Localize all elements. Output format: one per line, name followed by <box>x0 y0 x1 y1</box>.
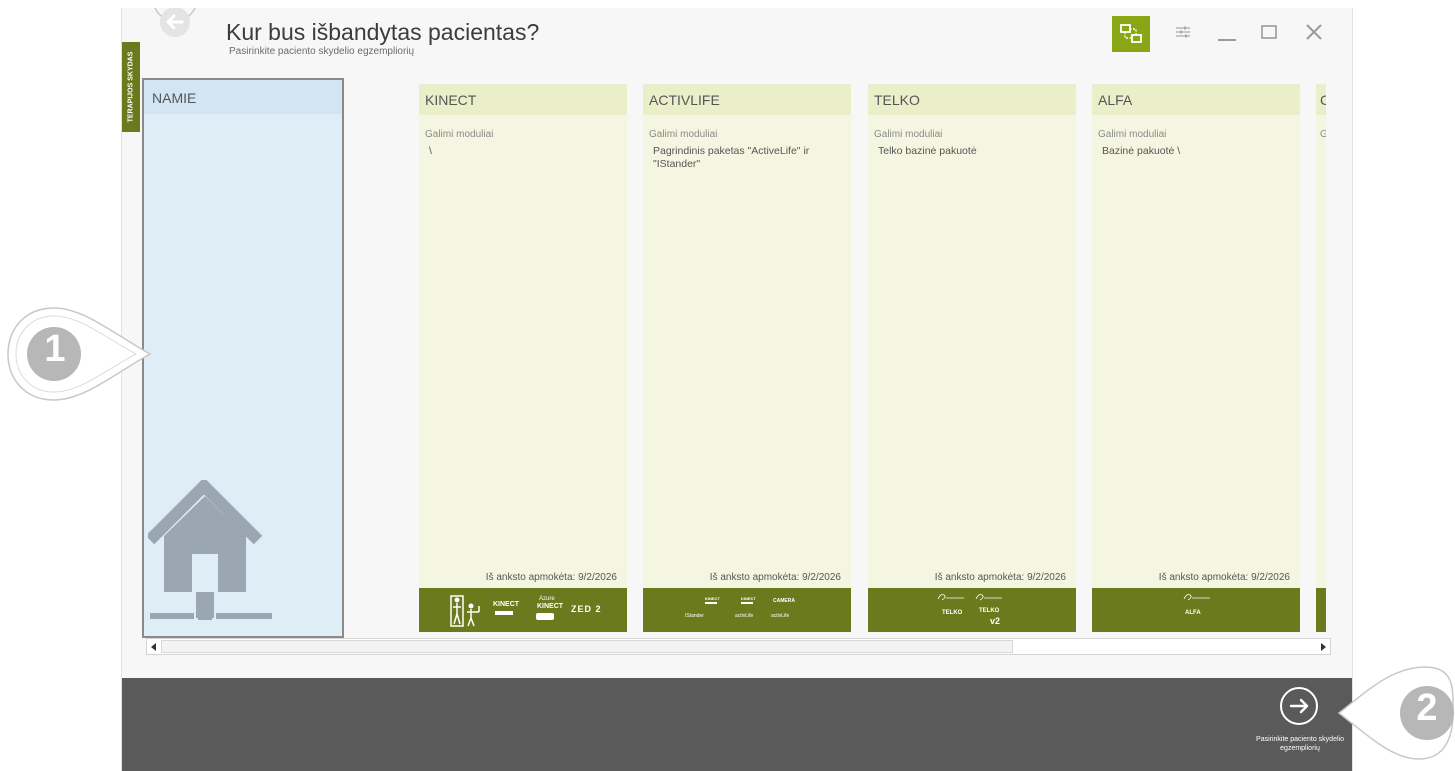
settings-sliders-button[interactable] <box>1168 17 1198 47</box>
location-card-kinect[interactable]: KINECT Galimi moduliai \ Iš anksto apmok… <box>419 84 627 632</box>
kinect-logo-2: KINECT <box>741 596 756 601</box>
kinect-logo: KINECT <box>493 601 520 608</box>
card-header: ACTIVLIFE <box>643 84 851 115</box>
network-icon <box>1120 24 1142 43</box>
kinect-device-icon <box>705 602 717 604</box>
next-button[interactable] <box>1280 687 1318 725</box>
prepaid-date: Iš anksto apmokėta: 9/2/2026 <box>934 572 1066 583</box>
maximize-button[interactable] <box>1254 17 1284 47</box>
card-title: C <box>1320 92 1326 108</box>
kinect-logo: KINECT <box>705 596 720 601</box>
card-footer-logos: KINECT Azure KINECT ZED 2 <box>419 588 627 632</box>
arrow-right-icon <box>1289 698 1309 714</box>
zed2-logo: ZED 2 <box>571 604 602 614</box>
minimize-button[interactable] <box>1212 17 1242 47</box>
close-icon <box>1306 24 1322 40</box>
modules-label: Galimi moduliai <box>874 129 943 140</box>
callout-number: 1 <box>44 328 66 370</box>
azure-kinect-logo: KINECT <box>537 603 564 610</box>
kinect-device-icon-2 <box>741 602 753 604</box>
card-title: ACTIVLIFE <box>649 92 720 108</box>
card-footer-logos: KINECT KINECT CAMERA IStander activLife … <box>643 588 851 632</box>
azure-device-icon <box>536 613 554 620</box>
card-header: C <box>1316 84 1326 115</box>
activlife-logo-2: activLife <box>771 613 790 619</box>
brand-script-icon <box>937 594 1002 601</box>
triangle-left-icon <box>151 642 156 651</box>
close-button[interactable] <box>1299 17 1329 47</box>
back-button[interactable] <box>153 7 197 46</box>
scroll-right-button[interactable] <box>1316 639 1330 654</box>
location-card-partial[interactable]: C G <box>1316 84 1326 632</box>
callout-bubble-icon <box>7 307 152 401</box>
card-footer <box>1316 588 1326 632</box>
page-subtitle: Pasirinkite paciento skydelio egzemplior… <box>229 46 415 57</box>
next-button-label: Pasirinkite paciento skydelio egzemplior… <box>1256 736 1344 752</box>
modules-list: Pagrindinis paketas "ActiveLife" ir "ISt… <box>653 145 810 170</box>
scroll-left-button[interactable] <box>147 639 161 654</box>
therapy-panel-tab[interactable]: TERAPIJOS SKYDAS <box>122 42 140 132</box>
card-title: TELKO <box>874 92 920 108</box>
card-header: NAMIE <box>144 80 342 114</box>
sliders-icon <box>1176 26 1190 38</box>
callout-1: 1 <box>4 304 154 404</box>
azure-label: Azure <box>539 596 555 602</box>
modules-label: Galimi moduliai <box>425 129 494 140</box>
home-network-icon <box>148 480 272 620</box>
page-title: Kur bus išbandytas pacientas? <box>226 19 540 45</box>
callout-2: 2 <box>1335 663 1455 763</box>
horizontal-scrollbar[interactable] <box>146 638 1331 655</box>
location-card-activlife[interactable]: ACTIVLIFE Galimi moduliai Pagrindinis pa… <box>643 84 851 632</box>
modules-label: Galimi moduliai <box>1098 129 1167 140</box>
activlife-logo: activLife <box>735 613 754 619</box>
app-window: Kur bus išbandytas pacientas? Pasirinkit… <box>121 7 1353 771</box>
location-card-telko[interactable]: TELKO Galimi moduliai Telko bazinė pakuo… <box>868 84 1076 632</box>
back-arrow-icon <box>154 7 196 37</box>
prepaid-date: Iš anksto apmokėta: 9/2/2026 <box>1158 572 1290 583</box>
standing-frame-icon <box>450 595 480 627</box>
card-footer-logos: ALFA <box>1092 588 1300 632</box>
istander-logo: IStander <box>685 613 704 619</box>
minimize-icon <box>1218 39 1236 41</box>
card-header: TELKO <box>868 84 1076 115</box>
card-header: KINECT <box>419 84 627 115</box>
prepaid-date: Iš anksto apmokėta: 9/2/2026 <box>485 572 617 583</box>
modules-list: \ <box>429 145 432 157</box>
maximize-icon <box>1261 25 1277 39</box>
card-title: ALFA <box>1098 92 1133 108</box>
prepaid-date: Iš anksto apmokėta: 9/2/2026 <box>709 572 841 583</box>
kinect-device-icon <box>495 611 513 615</box>
card-header: ALFA <box>1092 84 1300 115</box>
modules-label: G <box>1320 129 1326 140</box>
callout-number: 2 <box>1416 687 1438 729</box>
telko-v2-suffix: v2 <box>990 616 1001 626</box>
card-title: NAMIE <box>152 90 197 106</box>
alfa-logo: ALFA <box>1185 610 1201 616</box>
modules-label: Galimi moduliai <box>649 129 718 140</box>
therapy-panel-tab-label: TERAPIJOS SKYDAS <box>127 51 135 123</box>
brand-script-icon <box>1183 594 1210 601</box>
location-card-namie[interactable]: NAMIE <box>142 78 344 638</box>
telko-logo: TELKO <box>942 610 963 616</box>
card-title: KINECT <box>425 92 477 108</box>
modules-list: Bazinė pakuotė \ <box>1102 145 1181 157</box>
topology-button[interactable] <box>1112 16 1150 52</box>
location-card-alfa[interactable]: ALFA Galimi moduliai Bazinė pakuotė \ Iš… <box>1092 84 1300 632</box>
scroll-thumb[interactable] <box>161 640 1013 653</box>
bottom-action-bar <box>122 678 1352 771</box>
camera-logo: CAMERA <box>773 598 795 604</box>
telko-v2-logo: TELKO <box>979 608 1000 614</box>
modules-list: Telko bazinė pakuotė <box>878 145 977 157</box>
card-footer-logos: TELKO TELKO v2 <box>868 588 1076 632</box>
triangle-right-icon <box>1321 642 1326 651</box>
